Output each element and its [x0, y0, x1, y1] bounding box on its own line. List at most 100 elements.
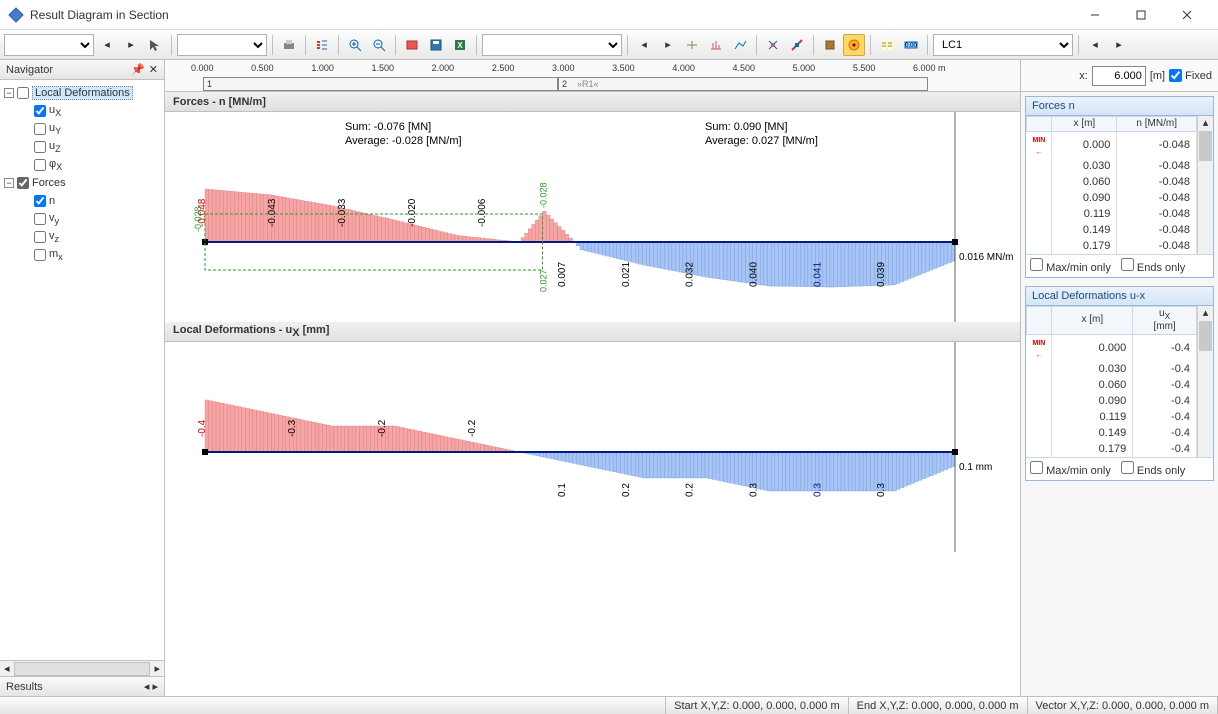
tree-item[interactable]: vz: [4, 228, 160, 246]
ruler-seg-2[interactable]: 2 »R1«: [558, 77, 928, 91]
table-row[interactable]: 0.119-0.4: [1027, 409, 1197, 425]
forces-ends-checkbox[interactable]: Ends only: [1121, 258, 1185, 274]
ruler-tick: 2.500: [492, 63, 515, 73]
collapse-icon[interactable]: −: [4, 178, 14, 188]
toolbar-combo-3[interactable]: [482, 34, 622, 56]
results-tab[interactable]: Results ◂ ▸: [0, 676, 164, 696]
nav3-next-button[interactable]: ▸: [1108, 34, 1130, 56]
ruler-tick: 0.500: [251, 63, 274, 73]
right-panel: x: [m] Fixed Forces n x [m]n [MN/m]MIN←0…: [1020, 60, 1218, 696]
toolbar: ◂ ▸ X ◂ ▸ 0.00 LC1 ◂ ▸: [0, 30, 1218, 60]
navigator-tree[interactable]: −Local DeformationsuXuYuZφX−Forcesnvyvzm…: [0, 80, 164, 660]
tool-icon-g-active[interactable]: [843, 34, 865, 56]
tool-icon-1[interactable]: [401, 34, 423, 56]
tree-group[interactable]: −Forces: [4, 174, 160, 192]
x-input[interactable]: [1092, 66, 1146, 86]
ruler-seg-1[interactable]: 1: [203, 77, 558, 91]
nav-prev-button[interactable]: ◂: [96, 34, 118, 56]
status-start: Start X,Y,Z: 0.000, 0.000, 0.000 m: [666, 697, 849, 714]
svg-text:0.027: 0.027: [539, 269, 549, 292]
svg-text:Sum: 0.090 [MN]: Sum: 0.090 [MN]: [705, 121, 788, 133]
pin-icon[interactable]: 📌: [131, 63, 145, 76]
tool-icon-a[interactable]: [681, 34, 703, 56]
table-row[interactable]: 0.060-0.4: [1027, 377, 1197, 393]
svg-text:0.3: 0.3: [876, 483, 887, 497]
navigator-panel: Navigator 📌 ✕ −Local DeformationsuXuYuZφ…: [0, 60, 165, 696]
excel-icon[interactable]: X: [449, 34, 471, 56]
svg-text:0.039: 0.039: [876, 262, 887, 287]
deform-maxmin-checkbox[interactable]: Max/min only: [1030, 461, 1111, 477]
table-row[interactable]: 0.030-0.048: [1027, 158, 1197, 174]
table-row[interactable]: 0.090-0.4: [1027, 393, 1197, 409]
nav3-prev-button[interactable]: ◂: [1084, 34, 1106, 56]
save-icon[interactable]: [425, 34, 447, 56]
tool-icon-c[interactable]: [729, 34, 751, 56]
deform-table[interactable]: x [m]uX[mm]MIN←0.000-0.40.030-0.40.060-0…: [1026, 306, 1197, 457]
deform-table-title: Local Deformations u-x: [1026, 287, 1213, 306]
maximize-button[interactable]: [1118, 0, 1164, 30]
table-row[interactable]: 0.179-0.048: [1027, 238, 1197, 254]
tool-icon-i[interactable]: 0.00: [900, 34, 922, 56]
forces-scrollbar[interactable]: ▴: [1197, 116, 1213, 254]
zoom-out-icon[interactable]: [368, 34, 390, 56]
svg-text:-0.4: -0.4: [197, 419, 208, 437]
chart1-area[interactable]: Sum: -0.076 [MN]Average: -0.028 [MN/m]Su…: [165, 112, 1020, 322]
tree-group[interactable]: −Local Deformations: [4, 84, 160, 102]
list-red-icon[interactable]: [311, 34, 333, 56]
tree-item[interactable]: uY: [4, 120, 160, 138]
nav2-prev-button[interactable]: ◂: [633, 34, 655, 56]
table-row[interactable]: 0.090-0.048: [1027, 190, 1197, 206]
collapse-icon[interactable]: −: [4, 88, 14, 98]
close-panel-icon[interactable]: ✕: [149, 63, 158, 76]
titlebar: Result Diagram in Section: [0, 0, 1218, 30]
deform-scrollbar[interactable]: ▴: [1197, 306, 1213, 457]
fixed-checkbox[interactable]: Fixed: [1169, 69, 1212, 82]
loadcase-dropdown[interactable]: LC1: [933, 34, 1073, 56]
print-icon[interactable]: [278, 34, 300, 56]
tree-item[interactable]: uX: [4, 102, 160, 120]
svg-text:-0.006: -0.006: [477, 198, 488, 227]
table-row[interactable]: 0.030-0.4: [1027, 361, 1197, 377]
tree-item[interactable]: n: [4, 192, 160, 210]
forces-maxmin-checkbox[interactable]: Max/min only: [1030, 258, 1111, 274]
svg-text:0.3: 0.3: [812, 483, 823, 497]
tree-item[interactable]: mx: [4, 246, 160, 264]
forces-table-panel: Forces n x [m]n [MN/m]MIN←0.000-0.0480.0…: [1025, 96, 1214, 278]
table-row[interactable]: MIN←0.000-0.4: [1027, 334, 1197, 361]
tool-icon-h[interactable]: [876, 34, 898, 56]
table-row[interactable]: 0.149-0.048: [1027, 222, 1197, 238]
tool-icon-b[interactable]: [705, 34, 727, 56]
pointer-icon[interactable]: [144, 34, 166, 56]
table-row[interactable]: 0.119-0.048: [1027, 206, 1197, 222]
svg-text:0.032: 0.032: [685, 262, 696, 287]
zoom-in-icon[interactable]: [344, 34, 366, 56]
chart2-area[interactable]: -0.4-0.3-0.2-0.20.10.20.20.30.30.30.1 mm: [165, 342, 1020, 552]
table-row[interactable]: MIN←0.000-0.048: [1027, 132, 1197, 159]
status-bar: Start X,Y,Z: 0.000, 0.000, 0.000 m End X…: [0, 696, 1218, 714]
tool-icon-f[interactable]: [819, 34, 841, 56]
nav-next-button[interactable]: ▸: [120, 34, 142, 56]
toolbar-combo-2[interactable]: [177, 34, 267, 56]
deform-ends-checkbox[interactable]: Ends only: [1121, 461, 1185, 477]
tree-item[interactable]: φX: [4, 156, 160, 174]
minimize-button[interactable]: [1072, 0, 1118, 30]
hscroll[interactable]: ◂▸: [0, 660, 164, 676]
table-row[interactable]: 0.179-0.4: [1027, 441, 1197, 457]
ruler-tick: 3.000: [552, 63, 575, 73]
tool-icon-d[interactable]: [762, 34, 784, 56]
table-row[interactable]: 0.060-0.048: [1027, 174, 1197, 190]
tool-icon-e[interactable]: [786, 34, 808, 56]
ruler[interactable]: 1 2 »R1« 0.0000.5001.0001.5002.0002.5003…: [165, 60, 1020, 92]
close-button[interactable]: [1164, 0, 1210, 30]
chart2-title: Local Deformations - uX [mm]: [173, 324, 329, 339]
tree-item[interactable]: uZ: [4, 138, 160, 156]
nav2-next-button[interactable]: ▸: [657, 34, 679, 56]
table-row[interactable]: 0.149-0.4: [1027, 425, 1197, 441]
tree-item[interactable]: vy: [4, 210, 160, 228]
toolbar-combo-1[interactable]: [4, 34, 94, 56]
svg-text:Average: 0.027 [MN/m]: Average: 0.027 [MN/m]: [705, 135, 818, 147]
ruler-tick: 4.000: [672, 63, 695, 73]
forces-table[interactable]: x [m]n [MN/m]MIN←0.000-0.0480.030-0.0480…: [1026, 116, 1197, 254]
ruler-tick: 3.500: [612, 63, 635, 73]
svg-text:Sum: -0.076 [MN]: Sum: -0.076 [MN]: [345, 121, 431, 133]
